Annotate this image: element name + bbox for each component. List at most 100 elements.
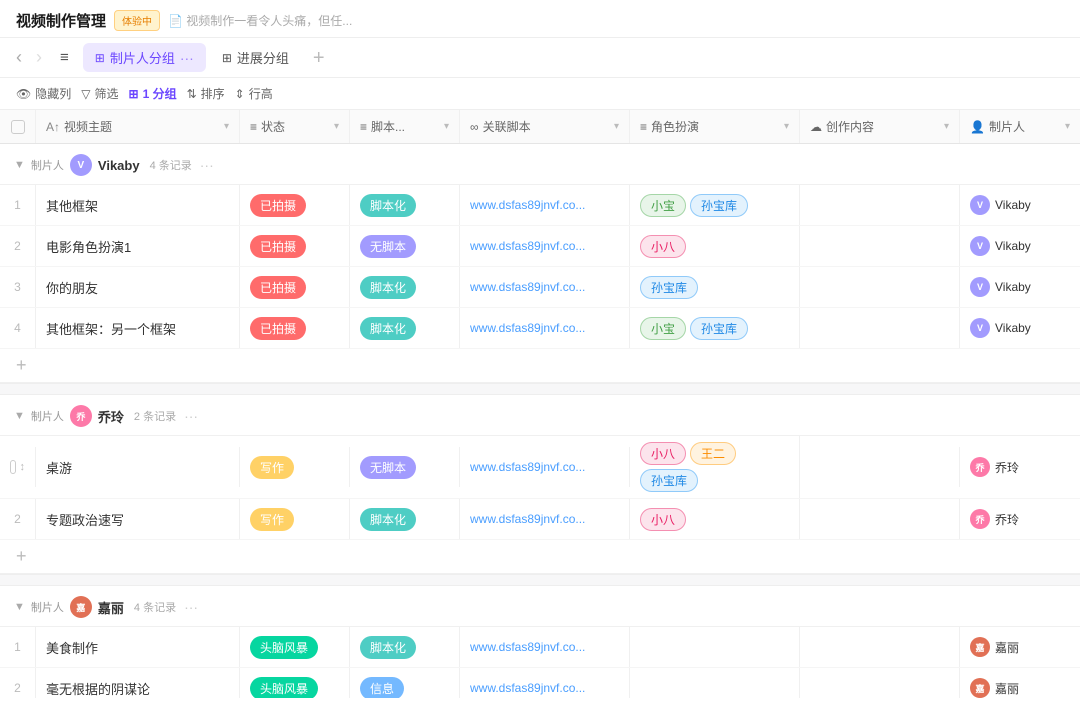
cell-roles: 小八 bbox=[630, 499, 800, 539]
add-row-vikaby[interactable]: + bbox=[0, 349, 1080, 383]
cell-status: 已拍摄 bbox=[240, 226, 350, 266]
group-more-icon[interactable]: ··· bbox=[184, 599, 198, 615]
row-height-button[interactable]: ⇕ 行高 bbox=[235, 85, 273, 102]
cell-check[interactable]: ↕ bbox=[0, 447, 36, 487]
cell-script-status: 脚本化 bbox=[350, 185, 460, 225]
col-roles-chevron: ▾ bbox=[784, 121, 789, 132]
beta-badge: 体验中 bbox=[114, 10, 160, 31]
table-row: 3 你的朋友 已拍摄 脚本化 www.dsfas89jnvf.co... 孙宝库… bbox=[0, 267, 1080, 308]
cell-status: 已拍摄 bbox=[240, 267, 350, 307]
col-status-chevron: ▾ bbox=[334, 121, 339, 132]
group-button[interactable]: ⊞ 1 分组 bbox=[129, 85, 177, 102]
cell-link[interactable]: www.dsfas89jnvf.co... bbox=[460, 226, 630, 266]
group-collapse-icon[interactable]: ▼ bbox=[14, 601, 25, 613]
cell-title[interactable]: 毫无根据的阴谋论 bbox=[36, 668, 240, 698]
cell-creator: V Vikaby bbox=[960, 308, 1080, 348]
col-roles[interactable]: ≡ 角色扮演 ▾ bbox=[630, 110, 800, 143]
col-checkbox[interactable] bbox=[0, 110, 36, 143]
group-icon: ⊞ bbox=[129, 87, 139, 101]
group-more-icon[interactable]: ··· bbox=[200, 157, 214, 173]
filter-button[interactable]: ▽ 筛选 bbox=[81, 85, 118, 102]
sort-button[interactable]: ⇅ 排序 bbox=[187, 85, 225, 102]
group-jiali-header: ▼ 制片人 嘉 嘉丽 4 条记录 ··· bbox=[0, 586, 1080, 627]
cell-link[interactable]: www.dsfas89jnvf.co... bbox=[460, 447, 630, 487]
cell-num: 1 bbox=[0, 627, 36, 667]
cell-title[interactable]: 你的朋友 bbox=[36, 267, 240, 307]
cell-num: 1 bbox=[0, 185, 36, 225]
group-collapse-icon[interactable]: ▼ bbox=[14, 410, 25, 422]
cell-content bbox=[800, 308, 960, 348]
cell-creator: 嘉 嘉丽 bbox=[960, 627, 1080, 667]
col-script-chevron: ▾ bbox=[444, 121, 449, 132]
cell-link[interactable]: www.dsfas89jnvf.co... bbox=[460, 499, 630, 539]
nav-back[interactable]: ‹ bbox=[10, 47, 28, 68]
group-qiaoling-count: 2 条记录 bbox=[134, 408, 176, 424]
col-creator[interactable]: 👤 制片人 ▾ bbox=[960, 110, 1080, 143]
col-link-chevron: ▾ bbox=[614, 121, 619, 132]
group-separator bbox=[0, 383, 1080, 395]
table-row: 1 美食制作 头脑风暴 脚本化 www.dsfas89jnvf.co... 嘉 … bbox=[0, 627, 1080, 668]
cell-script-status: 信息 bbox=[350, 668, 460, 698]
col-status[interactable]: ≡ 状态 ▾ bbox=[240, 110, 350, 143]
col-script-icon: ≡ bbox=[360, 120, 367, 134]
group-collapse-icon[interactable]: ▼ bbox=[14, 159, 25, 171]
hide-col-button[interactable]: 👁 隐藏列 bbox=[16, 85, 71, 102]
cell-num: 3 bbox=[0, 267, 36, 307]
cell-title[interactable]: 美食制作 bbox=[36, 627, 240, 667]
group-label: 制片人 bbox=[31, 408, 64, 424]
tab-group1-label: 制片人分组 bbox=[110, 48, 175, 67]
group-label: 制片人 bbox=[31, 157, 64, 173]
cell-link[interactable]: www.dsfas89jnvf.co... bbox=[460, 267, 630, 307]
table-row: 2 毫无根据的阴谋论 头脑风暴 信息 www.dsfas89jnvf.co...… bbox=[0, 668, 1080, 698]
cell-creator: 乔 乔玲 bbox=[960, 447, 1080, 487]
cell-creator: 嘉 嘉丽 bbox=[960, 668, 1080, 698]
cell-title[interactable]: 电影角色扮演1 bbox=[36, 226, 240, 266]
col-link[interactable]: ∞ 关联脚本 ▾ bbox=[460, 110, 630, 143]
cell-content bbox=[800, 499, 960, 539]
header-desc: 📄 视频制作一看令人头痛，但任... bbox=[168, 12, 1064, 29]
cell-script-status: 无脚本 bbox=[350, 447, 460, 487]
tab-group1[interactable]: ⊞ 制片人分组 ··· bbox=[83, 43, 206, 72]
col-content[interactable]: ☁ 创作内容 ▾ bbox=[800, 110, 960, 143]
column-headers: A↑ 视频主题 ▾ ≡ 状态 ▾ ≡ 脚本... ▾ ∞ 关联脚本 ▾ ≡ 角色… bbox=[0, 110, 1080, 144]
cell-link[interactable]: www.dsfas89jnvf.co... bbox=[460, 185, 630, 225]
cell-link[interactable]: www.dsfas89jnvf.co... bbox=[460, 308, 630, 348]
nav-forward[interactable]: › bbox=[32, 47, 46, 68]
col-roles-icon: ≡ bbox=[640, 120, 647, 134]
cell-link[interactable]: www.dsfas89jnvf.co... bbox=[460, 627, 630, 667]
cell-title[interactable]: 其他框架 bbox=[36, 185, 240, 225]
col-title[interactable]: A↑ 视频主题 ▾ bbox=[36, 110, 240, 143]
eye-icon: 👁 bbox=[16, 87, 31, 101]
group-qiaoling-avatar: 乔 bbox=[70, 405, 92, 427]
col-creator-icon: 👤 bbox=[970, 120, 985, 134]
cell-num: 2 bbox=[0, 226, 36, 266]
group-jiali-avatar: 嘉 bbox=[70, 596, 92, 618]
cell-status: 头脑风暴 bbox=[240, 627, 350, 667]
table-row: 1 其他框架 已拍摄 脚本化 www.dsfas89jnvf.co... 小宝 … bbox=[0, 185, 1080, 226]
cell-roles: 小宝 孙宝库 bbox=[630, 308, 800, 348]
group-vikaby-avatar: V bbox=[70, 154, 92, 176]
cell-title[interactable]: 专题政治速写 bbox=[36, 499, 240, 539]
tab-add-button[interactable]: + bbox=[305, 48, 333, 68]
group-vikaby-count: 4 条记录 bbox=[150, 157, 192, 173]
toolbar: 👁 隐藏列 ▽ 筛选 ⊞ 1 分组 ⇅ 排序 ⇕ 行高 bbox=[0, 78, 1080, 110]
group-more-icon[interactable]: ··· bbox=[184, 408, 198, 424]
cell-script-status: 脚本化 bbox=[350, 499, 460, 539]
filter-icon: ▽ bbox=[81, 87, 90, 101]
hamburger-icon[interactable]: ≡ bbox=[50, 43, 79, 72]
col-script[interactable]: ≡ 脚本... ▾ bbox=[350, 110, 460, 143]
app-header: 视频制作管理 体验中 📄 视频制作一看令人头痛，但任... bbox=[0, 0, 1080, 38]
cell-num: 2 bbox=[0, 668, 36, 698]
group-qiaoling-header: ▼ 制片人 乔 乔玲 2 条记录 ··· bbox=[0, 395, 1080, 436]
cell-title[interactable]: 其他框架：另一个框架 bbox=[36, 308, 240, 348]
cell-script-status: 脚本化 bbox=[350, 267, 460, 307]
cell-content bbox=[800, 185, 960, 225]
add-row-qiaoling[interactable]: + bbox=[0, 540, 1080, 574]
cell-content bbox=[800, 447, 960, 487]
cell-creator: 乔 乔玲 bbox=[960, 499, 1080, 539]
cell-link[interactable]: www.dsfas89jnvf.co... bbox=[460, 668, 630, 698]
cell-roles bbox=[630, 627, 800, 667]
tab-group2[interactable]: ⊞ 进展分组 bbox=[210, 43, 301, 72]
cell-title[interactable]: 桌游 bbox=[36, 447, 240, 487]
col-title-icon: A↑ bbox=[46, 120, 60, 134]
